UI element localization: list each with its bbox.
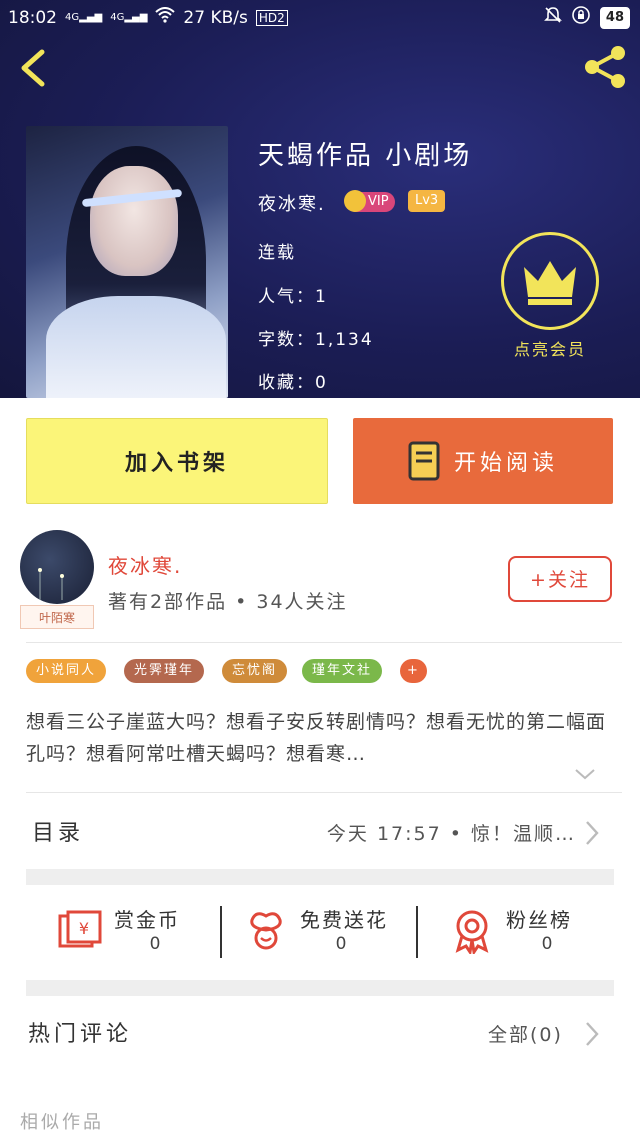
network-speed: 27 KB/s [183, 7, 248, 28]
share-button[interactable] [580, 44, 630, 90]
catalog-label: 目录 [32, 821, 85, 846]
share-icon [585, 46, 625, 88]
avatar-image [38, 568, 64, 600]
stat-title: 赏金币 [114, 908, 180, 932]
book-cover-image[interactable] [26, 126, 228, 398]
stat-value: 0 [541, 934, 553, 954]
start-reading-label: 开始阅读 [453, 451, 558, 476]
add-tag-button[interactable]: + [400, 659, 427, 683]
book-description[interactable]: 想看三公子崖蓝大吗？想看子安反转剧情吗？想看无忧的第二幅面孔吗？想看阿常吐槽天蝎… [26, 706, 606, 770]
book-header: 18:02 4G▂▄▆ 4G▂▄▆ 27 KB/s HD2 48 天蝎作品 小剧… [0, 0, 640, 398]
stat-title: 粉丝榜 [506, 908, 572, 932]
vertical-divider [416, 906, 418, 958]
expand-icon[interactable] [574, 766, 596, 786]
tag-item[interactable]: 小说同人 [26, 659, 107, 683]
book-icon [408, 441, 440, 481]
follow-button[interactable]: +关注 [508, 556, 612, 602]
stat-value: 0 [149, 934, 161, 954]
stat-value: 0 [335, 934, 347, 954]
avatar-tag: 叶陌寒 [20, 605, 94, 629]
fan-ranking-button[interactable]: 粉丝榜 0 [448, 900, 598, 970]
status-time: 18:02 [8, 7, 57, 28]
author-stats: 著有2部作品 • 34人关注 [108, 591, 348, 613]
divider [26, 792, 622, 793]
level-badge: Lv3 [408, 190, 446, 212]
signal-icon: 4G▂▄▆ [65, 12, 103, 23]
flower-icon [250, 912, 282, 950]
all-comments-link[interactable]: 全部(0) [488, 1020, 563, 1047]
book-favorites: 收藏：0 [258, 373, 328, 393]
wifi-icon [155, 7, 176, 28]
section-separator [26, 869, 614, 885]
reward-coins-button[interactable]: ¥ 赏金币 0 [56, 900, 206, 970]
stat-title: 免费送花 [300, 908, 388, 932]
member-label: 点亮会员 [513, 340, 586, 359]
hd-icon: HD2 [255, 9, 288, 26]
send-flower-button[interactable]: 免费送花 0 [242, 900, 402, 970]
signal-icon-2: 4G▂▄▆ [110, 12, 148, 23]
start-reading-button[interactable]: 开始阅读 [353, 418, 613, 504]
medal-icon [455, 910, 489, 954]
vertical-divider [220, 906, 222, 958]
crown-icon [344, 190, 366, 212]
chevron-right-icon[interactable] [582, 1020, 602, 1048]
red-envelope-icon: ¥ [58, 910, 102, 948]
battery-indicator: 48 [599, 6, 630, 29]
book-word-count: 字数：1,134 [258, 330, 374, 350]
latest-chapter: 今天 17:57 • 惊！温顺… [326, 823, 576, 845]
author-avatar[interactable] [20, 530, 94, 604]
section-separator [26, 980, 614, 996]
author-name-link[interactable]: 夜冰寒. [108, 550, 182, 579]
lock-icon [572, 6, 590, 29]
back-button[interactable] [14, 46, 54, 90]
tag-item[interactable]: 光霁瑾年 [124, 659, 205, 683]
mute-icon [543, 6, 562, 29]
crown-circle [501, 232, 599, 330]
divider [26, 642, 622, 643]
tag-item[interactable]: 忘忧阁 [222, 659, 288, 683]
book-title: 天蝎作品 小剧场 [258, 141, 473, 171]
hot-comments-heading: 热门评论 [28, 1022, 133, 1047]
crown-icon [524, 261, 576, 305]
add-to-shelf-button[interactable]: 加入书架 [26, 418, 328, 504]
similar-works-heading: 相似作品 [20, 1112, 104, 1133]
book-popularity: 人气：1 [258, 287, 328, 307]
tag-item[interactable]: 瑾年文社 [302, 659, 383, 683]
book-author[interactable]: 夜冰寒. [258, 190, 326, 216]
member-button[interactable]: 点亮会员 [500, 232, 600, 362]
vip-badge: VIP [344, 190, 395, 212]
chevron-right-icon [586, 821, 599, 845]
book-status: 连载 [258, 243, 296, 263]
status-bar: 18:02 4G▂▄▆ 4G▂▄▆ 27 KB/s HD2 48 [0, 0, 640, 34]
svg-text:¥: ¥ [79, 919, 89, 938]
catalog-row[interactable]: 目录 今天 17:57 • 惊！温顺… [26, 805, 616, 857]
chevron-left-icon [21, 49, 45, 87]
